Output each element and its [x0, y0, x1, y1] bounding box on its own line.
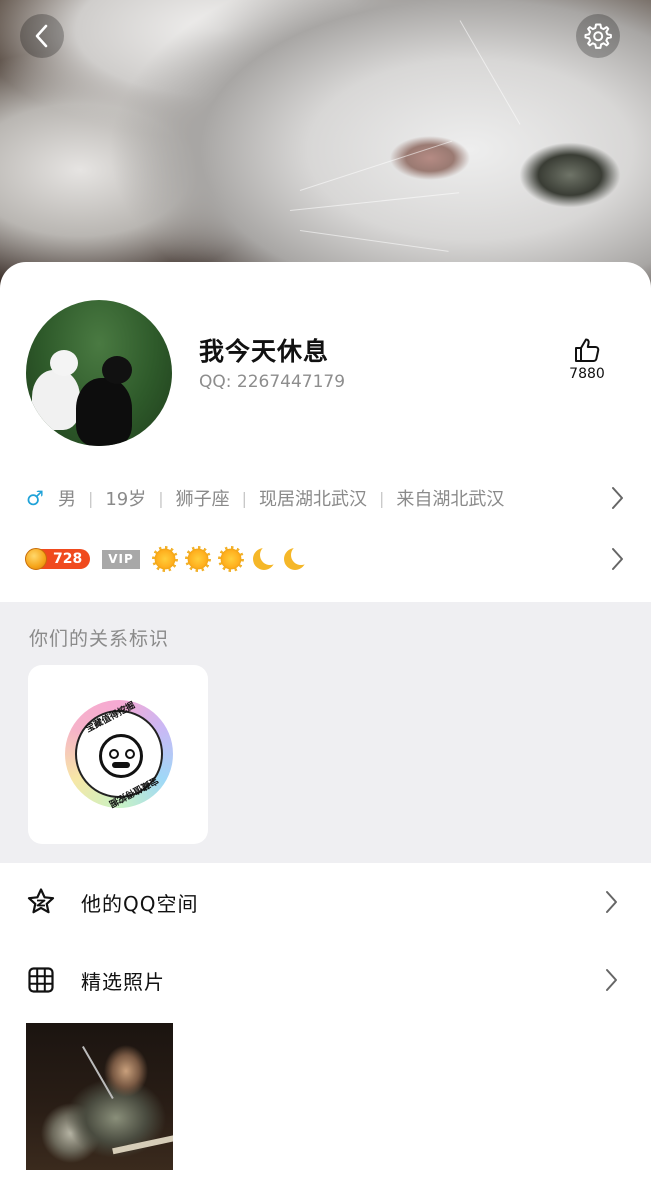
- chevron-right-icon: [606, 891, 617, 913]
- like-count: 7880: [569, 366, 605, 382]
- separator: |: [158, 488, 164, 508]
- thumbs-up-icon: [575, 338, 600, 362]
- badge-row[interactable]: 728 VIP: [25, 544, 624, 574]
- age-text: 19岁: [105, 489, 147, 510]
- medal-eye: [125, 749, 135, 759]
- medal-mouth: [112, 762, 130, 768]
- chevron-right-icon: [606, 969, 617, 991]
- separator: |: [379, 488, 385, 508]
- profile-info-row[interactable]: ♂ 男 | 19岁 | 狮子座 | 现居湖北武汉 | 来自湖北武汉: [26, 484, 624, 512]
- avatar-white-cat-head: [50, 350, 78, 376]
- level-icons: [151, 545, 313, 572]
- moon-icon: [251, 545, 280, 572]
- gender-text: 男: [57, 489, 76, 510]
- coin-icon: [25, 548, 47, 570]
- photo-detail: [112, 1133, 173, 1155]
- sun-icon: [184, 546, 211, 572]
- photo-detail: [82, 1046, 114, 1099]
- moon-icon: [282, 545, 311, 572]
- avatar-black-cat: [76, 378, 132, 446]
- residence-text: 现居湖北武汉: [259, 489, 368, 510]
- relation-medal: 宝藏值得挖掘 宝藏值得挖掘: [65, 700, 173, 808]
- chevron-left-icon: [35, 24, 48, 48]
- coin-badge: 728: [25, 548, 91, 570]
- separator: |: [87, 488, 94, 508]
- qzone-label: 他的QQ空间: [81, 891, 199, 916]
- coin-value: 728: [53, 551, 83, 567]
- medal-inner: 宝藏值得挖掘 宝藏值得挖掘: [75, 701, 163, 808]
- separator: |: [241, 488, 248, 508]
- featured-photo-thumbnail[interactable]: [26, 1023, 173, 1170]
- avatar[interactable]: [26, 300, 172, 446]
- medal-eye: [109, 749, 119, 759]
- qq-number: QQ: 2267447179: [199, 372, 346, 392]
- cover-detail: [289, 192, 460, 211]
- zodiac-text: 狮子座: [175, 489, 230, 510]
- sun-icon: [151, 546, 178, 572]
- chevron-right-icon: [612, 487, 623, 509]
- star-icon: [26, 887, 56, 917]
- qzone-entry[interactable]: 他的QQ空间: [0, 864, 651, 940]
- male-icon: ♂: [26, 486, 44, 510]
- chevron-right-icon: [612, 548, 623, 570]
- cover-detail: [299, 140, 453, 191]
- gear-icon: [584, 23, 612, 49]
- nickname: 我今天休息: [199, 337, 330, 366]
- relation-title: 你们的关系标识: [29, 628, 170, 650]
- relation-section: 你们的关系标识 宝藏值得挖掘 宝藏值得挖掘: [0, 602, 651, 863]
- sun-icon: [217, 546, 244, 572]
- vip-badge: VIP: [102, 549, 140, 569]
- medal-text: 宝藏值得挖掘: [84, 700, 137, 735]
- cover-detail: [299, 230, 449, 252]
- hometown-text: 来自湖北武汉: [396, 489, 505, 510]
- relation-badge-card[interactable]: 宝藏值得挖掘 宝藏值得挖掘: [28, 665, 208, 844]
- medal-text: 宝藏值得挖掘: [107, 774, 160, 809]
- grid-icon: [26, 965, 56, 995]
- smiley-face-icon: [99, 734, 143, 778]
- avatar-white-cat: [32, 370, 80, 430]
- profile-card: 我今天休息 QQ: 2267447179 7880 ♂ 男 | 19岁 | 狮子…: [0, 262, 651, 602]
- photos-label: 精选照片: [81, 969, 165, 994]
- cover-photo[interactable]: [0, 0, 651, 300]
- back-button[interactable]: [20, 14, 64, 58]
- featured-photos-entry[interactable]: 精选照片: [0, 942, 651, 1018]
- like-button[interactable]: 7880: [560, 336, 614, 382]
- settings-button[interactable]: [576, 14, 620, 58]
- avatar-black-cat-head: [102, 356, 132, 384]
- cover-detail: [459, 20, 521, 125]
